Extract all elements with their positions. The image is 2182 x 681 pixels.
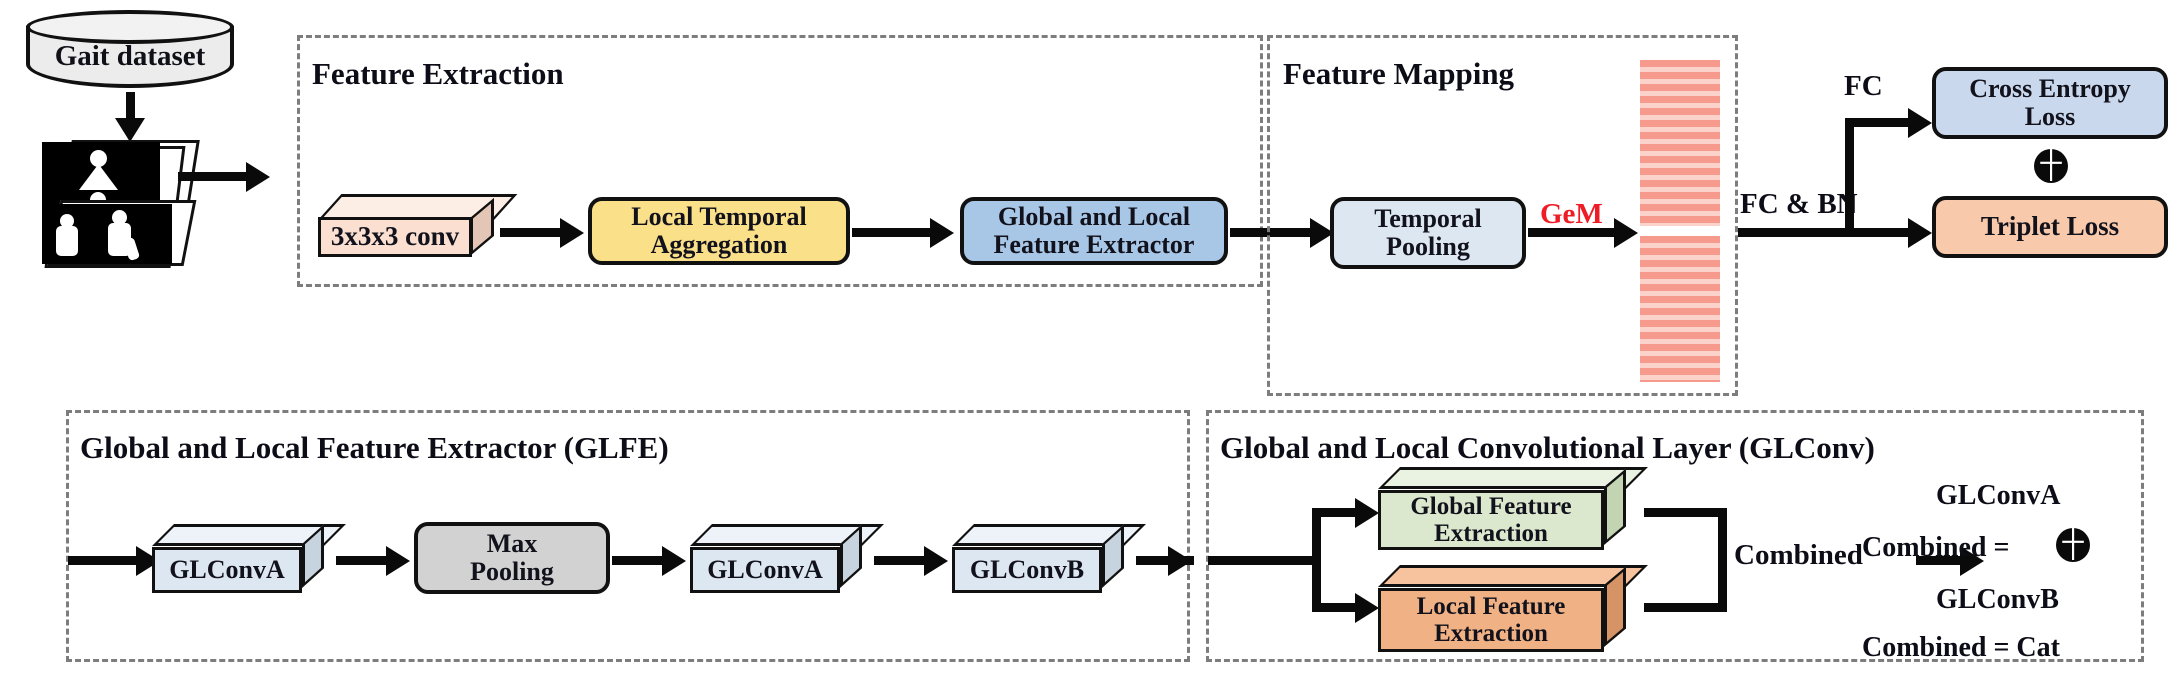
gait-dataset-label: Gait dataset [54, 40, 206, 72]
local-feature-extraction-box[interactable]: Local Feature Extraction [1378, 565, 1648, 652]
panel-glfe-title: Global and Local Feature Extractor (GLFE… [80, 430, 669, 465]
arrow-pooling-to-featmap-head [1614, 218, 1638, 248]
glconv-input-trunk-line [1208, 556, 1318, 565]
glfe-glconva-1-box[interactable]: GLConvA [152, 524, 348, 593]
feature-map-upper [1640, 60, 1720, 226]
glfe-glconva-2-front-face: GLConvA [690, 547, 840, 593]
global-local-feature-extractor-box[interactable]: Global and Local Feature Extractor [960, 197, 1228, 265]
arrow-to-global-feature-head [1355, 498, 1379, 528]
merge-from-global-line [1644, 508, 1726, 517]
arrow-maxpool-to-glconva2-line [612, 556, 664, 565]
arrow-to-global-feature-line [1312, 508, 1360, 517]
arrow-to-cross-entropy-line [1845, 118, 1913, 127]
global-feature-front-face: Global Feature Extraction [1378, 490, 1604, 550]
arrow-dataset-to-frames-line [126, 92, 135, 120]
arrow-to-cross-entropy-head [1908, 108, 1932, 138]
arrow-maxpool-to-glconva2-head [662, 546, 686, 576]
temporal-pooling-label-line1: Temporal [1374, 203, 1482, 233]
glfe-glconvb-front-face: GLConvB [952, 547, 1102, 593]
panel-glconv-title: Global and Local Convolutional Layer (GL… [1220, 430, 1875, 465]
conv-3x3x3-label: 3x3x3 conv [330, 221, 460, 252]
glfe-block-label-line2: Feature Extractor [993, 230, 1195, 259]
diagram-canvas: Gait dataset Feature Extraction 3x3x3 co… [0, 0, 2182, 681]
glfe-glconva-1-label: GLConvA [169, 554, 285, 584]
conv-3x3x3-front-face: 3x3x3 conv [318, 217, 472, 257]
arrow-glconva2-to-glconvb-head [924, 546, 948, 576]
glfe-max-pooling-label-line1: Max [486, 528, 538, 558]
gait-dataset-cylinder: Gait dataset [26, 10, 234, 90]
triplet-loss-label: Triplet Loss [1980, 211, 2120, 242]
glfe-glconva-2-label: GLConvA [707, 554, 823, 584]
temporal-pooling-box[interactable]: Temporal Pooling [1330, 197, 1526, 269]
arrow-glfe-entry-line [68, 556, 138, 565]
arrow-to-local-feature-line [1312, 603, 1360, 612]
arrow-glconva2-to-glconvb-line [874, 556, 926, 565]
glfe-max-pooling-box[interactable]: Max Pooling [414, 522, 610, 594]
gait-silhouette-frames-lower [30, 200, 200, 266]
glfe-glconvb-box[interactable]: GLConvB [952, 524, 1148, 593]
lta-label-line1: Local Temporal [631, 201, 807, 231]
merge-from-local-line [1644, 603, 1726, 612]
glfe-glconva-1-front-face: GLConvA [152, 547, 302, 593]
legend-glconvb-rule: Combined = Cat [1862, 632, 2060, 663]
local-temporal-aggregation-box[interactable]: Local Temporal Aggregation [588, 197, 850, 265]
arrow-lta-to-glfe-head [930, 218, 954, 248]
glfe-max-pooling-label-line2: Pooling [470, 557, 554, 586]
legend-plus-glyph: ┼ [2062, 525, 2084, 558]
local-feature-front-face: Local Feature Extraction [1378, 588, 1604, 652]
merge-riser-line [1718, 508, 1727, 612]
arrow-glfe-exit-head [1168, 546, 1192, 576]
legend-glconvb-title: GLConvB [1936, 584, 2059, 615]
legend-glconva-title: GLConvA [1936, 480, 2061, 511]
lta-label-line2: Aggregation [650, 230, 788, 259]
glfe-glconvb-label: GLConvB [969, 554, 1085, 584]
panel-feature-mapping-title: Feature Mapping [1283, 56, 1515, 91]
arrow-frames-to-conv-line [178, 172, 248, 181]
arrow-lta-to-glfe-line [852, 228, 932, 237]
arrow-to-triplet-line [1845, 228, 1913, 237]
arrow-conv-to-lta-line [500, 228, 562, 237]
arrow-glconva1-to-maxpool-line [336, 556, 388, 565]
triplet-loss-box[interactable]: Triplet Loss [1932, 196, 2168, 258]
cylinder-lid [26, 10, 234, 44]
gem-label: GeM [1540, 198, 1603, 230]
conv-3x3x3-box[interactable]: 3x3x3 conv [318, 194, 518, 257]
feature-map-lower [1640, 236, 1720, 382]
glfe-glconva-2-box[interactable]: GLConvA [690, 524, 886, 593]
cross-entropy-label-line1: Cross Entropy [1969, 73, 2131, 103]
global-feature-label-line2: Extraction [1434, 520, 1548, 547]
local-feature-label-line1: Local Feature [1416, 593, 1566, 620]
temporal-pooling-label-line2: Pooling [1386, 232, 1470, 261]
arrow-conv-to-lta-head [560, 218, 584, 248]
panel-feature-extraction-title: Feature Extraction [312, 56, 564, 91]
fc-bn-label: FC & BN [1740, 188, 1858, 220]
cross-entropy-label-line2: Loss [2024, 102, 2076, 131]
glconv-split-riser-line [1312, 508, 1321, 612]
fc-label: FC [1844, 70, 1883, 102]
global-feature-label-line1: Global Feature [1410, 493, 1572, 520]
cross-entropy-loss-box[interactable]: Cross Entropy Loss [1932, 67, 2168, 139]
arrow-pooling-to-featmap-line [1528, 228, 1616, 237]
glfe-block-label-line1: Global and Local [997, 201, 1191, 231]
silhouette-lower-body-a [56, 226, 78, 256]
loss-sum-plus-glyph: ┼ [2040, 146, 2062, 179]
arrow-to-triplet-head [1908, 218, 1932, 248]
global-feature-extraction-box[interactable]: Global Feature Extraction [1378, 467, 1648, 550]
arrow-frames-to-conv-head [246, 162, 270, 192]
local-feature-label-line2: Extraction [1434, 620, 1548, 647]
arrow-glconva1-to-maxpool-head [386, 546, 410, 576]
arrow-dataset-to-frames-head [115, 118, 145, 142]
branch-riser-line [1845, 118, 1854, 234]
combined-label: Combined [1734, 539, 1863, 571]
legend-glconva-rule: Combined = [1862, 532, 2010, 563]
arrow-to-local-feature-head [1355, 593, 1379, 623]
